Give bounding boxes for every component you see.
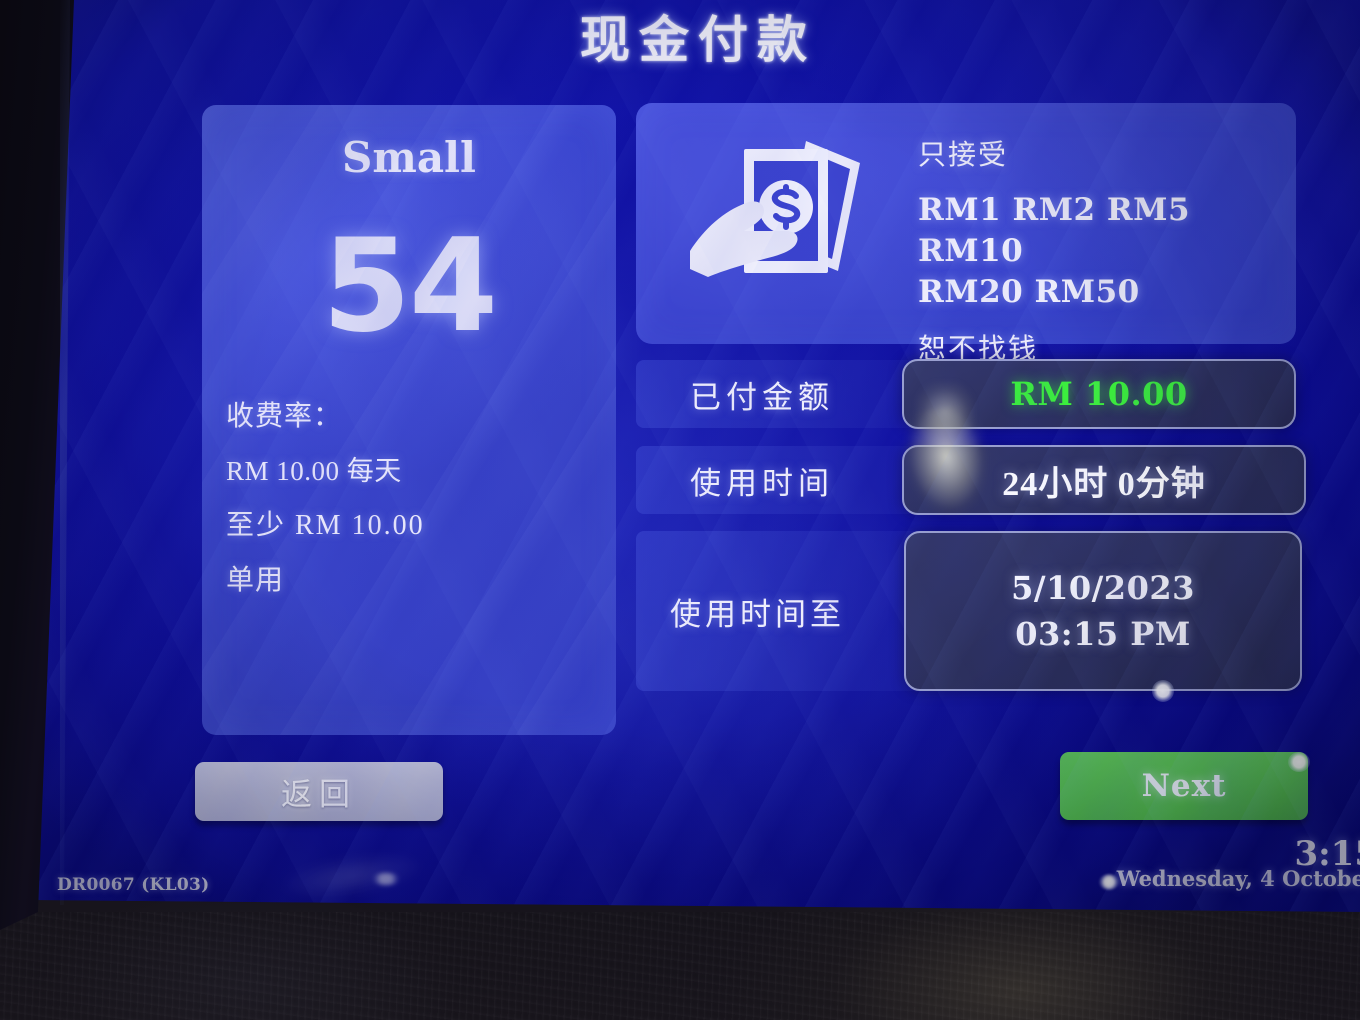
accepted-notes-text: 只接受 RM1 RM2 RM5 RM10 RM20 RM50 恕不找钱	[918, 133, 1280, 367]
kiosk-screen: 现金付款 Small 54 收费率： RM 10.00 每天 至少 RM 10.…	[24, 0, 1360, 912]
screen-smudge	[279, 845, 425, 907]
screen-content: 现金付款 Small 54 收费率： RM 10.00 每天 至少 RM 10.…	[24, 0, 1360, 912]
next-button[interactable]: Next	[1060, 752, 1308, 820]
paid-amount-value: RM 10.00	[1010, 375, 1188, 413]
rate-info-block: 收费率： RM 10.00 每天 至少 RM 10.00 单用	[226, 403, 600, 595]
specular-highlight	[371, 873, 401, 885]
duration-value-box: 24小时 0分钟	[902, 445, 1306, 515]
duration-value: 24小时 0分钟	[1002, 465, 1206, 503]
paid-amount-value-box: RM 10.00	[902, 359, 1296, 429]
paid-amount-label: 已付金额	[690, 379, 834, 415]
terminal-id: DR0067 (KL03)	[57, 875, 210, 895]
valid-until-value-box: 5/10/2023 03:15 PM	[904, 531, 1302, 691]
rate-minimum: 至少 RM 10.00	[226, 510, 425, 541]
valid-until-label: 使用时间至	[670, 596, 845, 632]
vehicle-size-label: Small	[342, 133, 476, 182]
cash-in-hand-icon	[688, 133, 870, 283]
back-button[interactable]: 返回	[195, 762, 443, 821]
lot-number: 54	[321, 212, 498, 361]
duration-label: 使用时间	[690, 465, 834, 501]
page-title: 现金付款	[580, 10, 816, 69]
valid-until-date: 5/10/2023	[1011, 569, 1195, 607]
status-date: Wednesday, 4 October	[1116, 866, 1360, 891]
rate-heading: 收费率：	[226, 401, 343, 432]
row-valid-until: 使用时间至 5/10/2023 03:15 PM	[636, 531, 1302, 691]
denominations-line-1: RM1 RM2 RM5 RM10	[918, 192, 1191, 269]
denominations-line-2: RM20 RM50	[918, 273, 1140, 310]
rate-note: 单用	[226, 565, 285, 596]
accepted-notes-card: 只接受 RM1 RM2 RM5 RM10 RM20 RM50 恕不找钱	[636, 103, 1296, 365]
row-duration: 使用时间 24小时 0分钟	[636, 445, 1306, 515]
vehicle-info-card: Small 54 收费率： RM 10.00 每天 至少 RM 10.00 单用	[202, 105, 616, 735]
rate-per-day: RM 10.00 每天	[226, 456, 402, 486]
kiosk-photo: 现金付款 Small 54 收费率： RM 10.00 每天 至少 RM 10.…	[0, 0, 1360, 1020]
row-paid-amount: 已付金额 RM 10.00	[636, 359, 1296, 429]
valid-until-time: 03:15 PM	[1015, 615, 1191, 653]
accepted-heading: 只接受	[918, 140, 1009, 171]
